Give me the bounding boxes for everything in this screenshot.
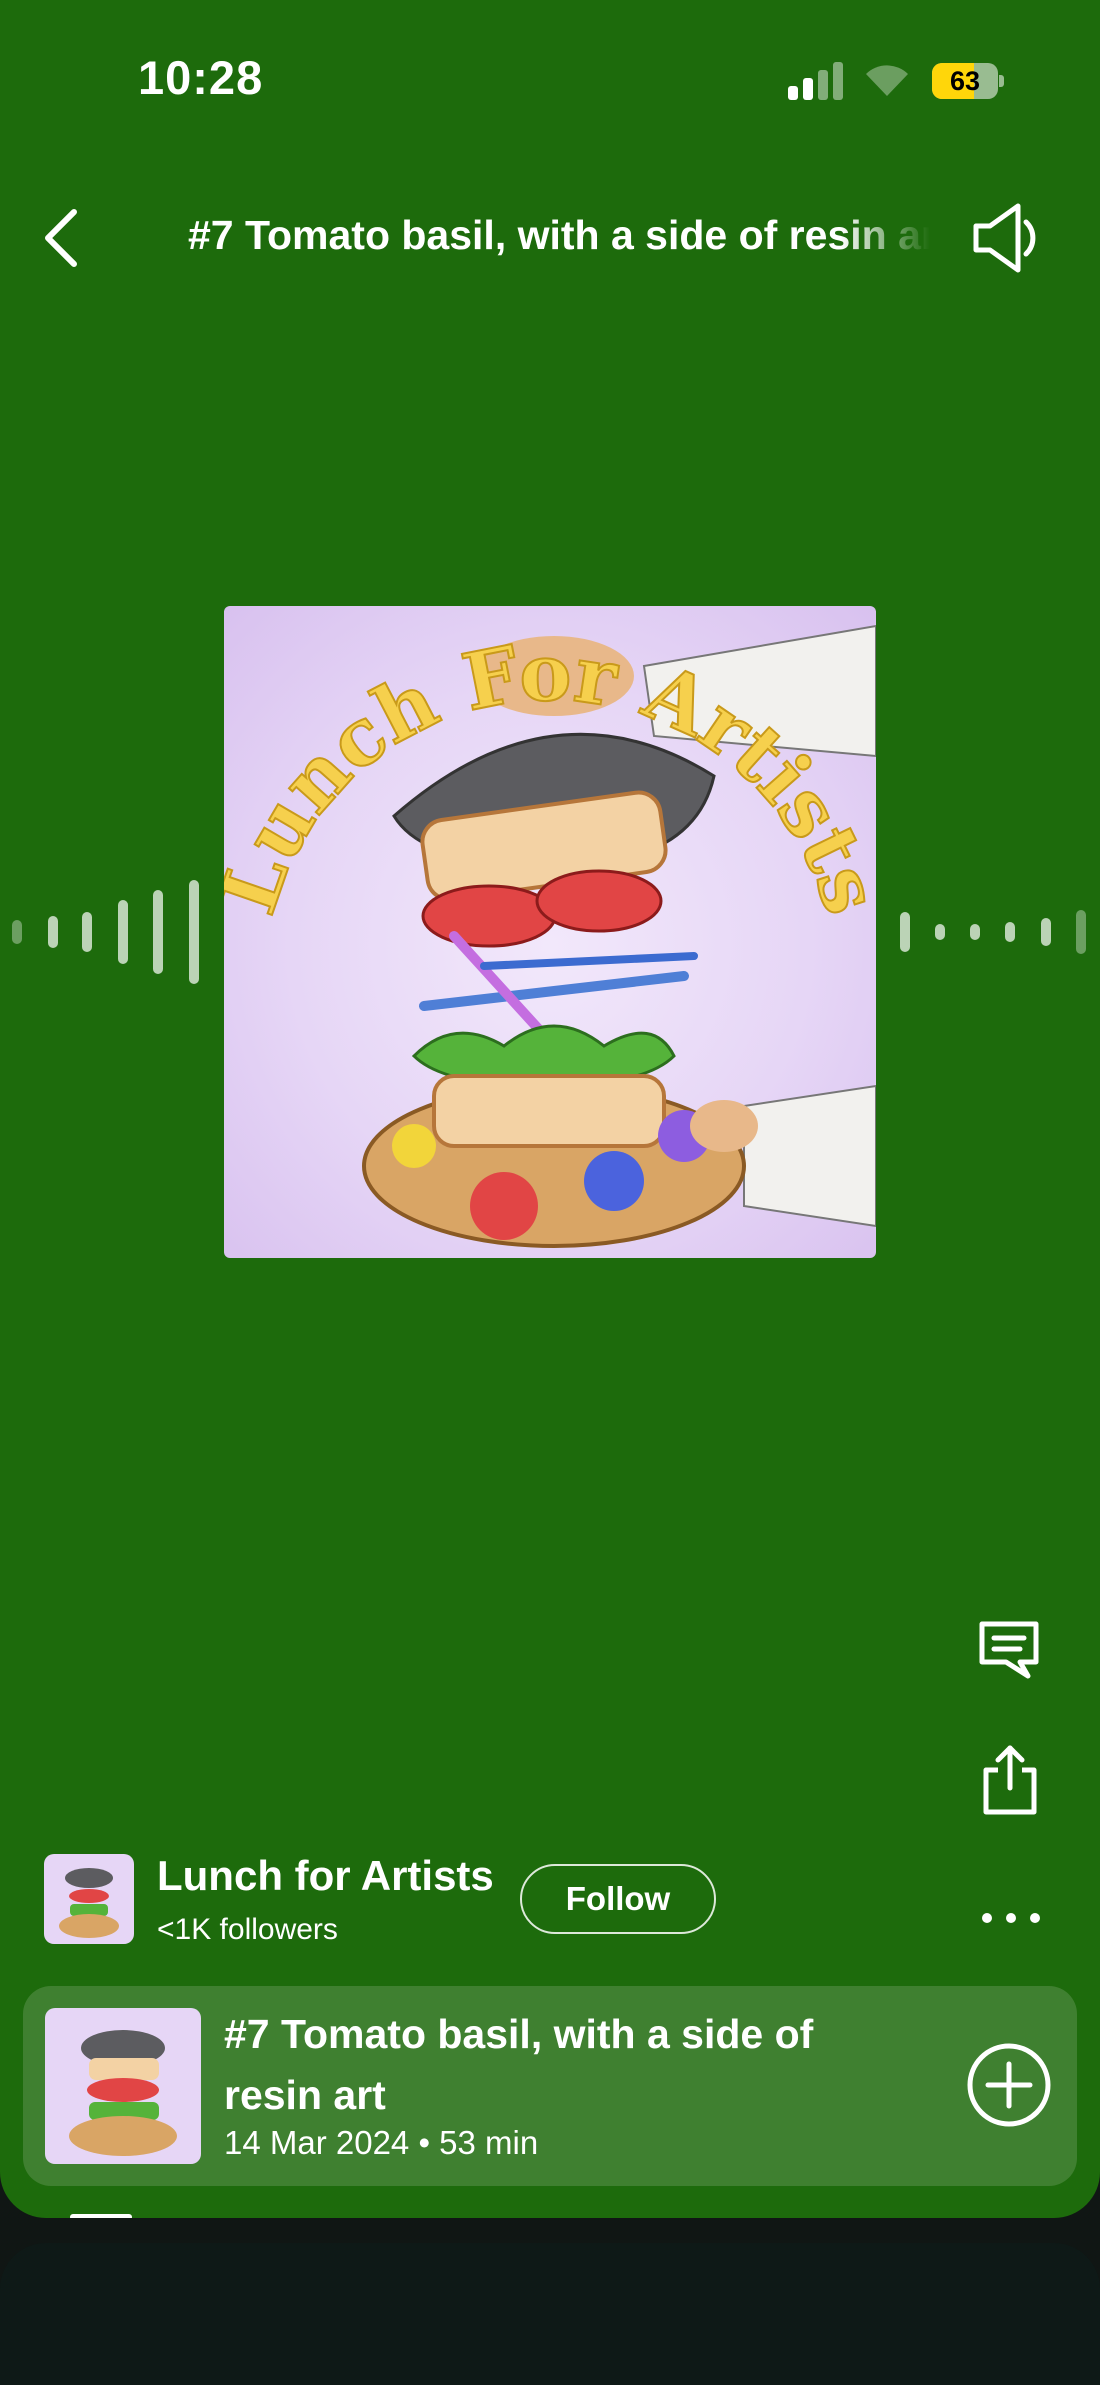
cellular-signal-icon: [788, 62, 844, 100]
scroll-handle[interactable]: [70, 2214, 132, 2218]
podcast-thumbnail[interactable]: [44, 1854, 134, 1944]
status-time: 10:28: [138, 51, 264, 104]
battery-icon: 63: [932, 63, 1004, 99]
add-icon[interactable]: [966, 2042, 1052, 2128]
artwork-illustration: Lunch For Artists: [224, 624, 876, 1248]
episode-title-header: #7 Tomato basil, with a side of resin ar…: [188, 212, 930, 258]
comment-icon[interactable]: [976, 1618, 1042, 1682]
podcast-name[interactable]: Lunch for Artists: [157, 1852, 494, 1900]
podcast-followers: <1K followers: [157, 1913, 338, 1946]
more-icon[interactable]: [978, 1900, 1044, 1936]
player-screen: 10:28 63 #7 Tomato basil, with a side of…: [0, 0, 1100, 2218]
waveform-right: [880, 910, 1100, 954]
share-icon[interactable]: [980, 1744, 1040, 1816]
episode-title: #7 Tomato basil, with a side of resin ar…: [224, 2011, 814, 2118]
speaker-icon[interactable]: [968, 200, 1046, 276]
wifi-icon: [866, 65, 908, 96]
episode-thumbnail: [45, 2008, 201, 2164]
battery-level: 63: [949, 66, 981, 96]
bottom-sheet[interactable]: [0, 2243, 1100, 2385]
waveform-left: [0, 880, 220, 984]
back-icon[interactable]: [36, 204, 88, 272]
follow-button[interactable]: Follow: [520, 1864, 716, 1934]
episode-card[interactable]: #7 Tomato basil, with a side of resin ar…: [23, 1986, 1077, 2186]
podcast-artwork: Lunch For Artists: [224, 606, 876, 1258]
episode-meta: 14 Mar 2024 • 53 min: [224, 2124, 539, 2161]
